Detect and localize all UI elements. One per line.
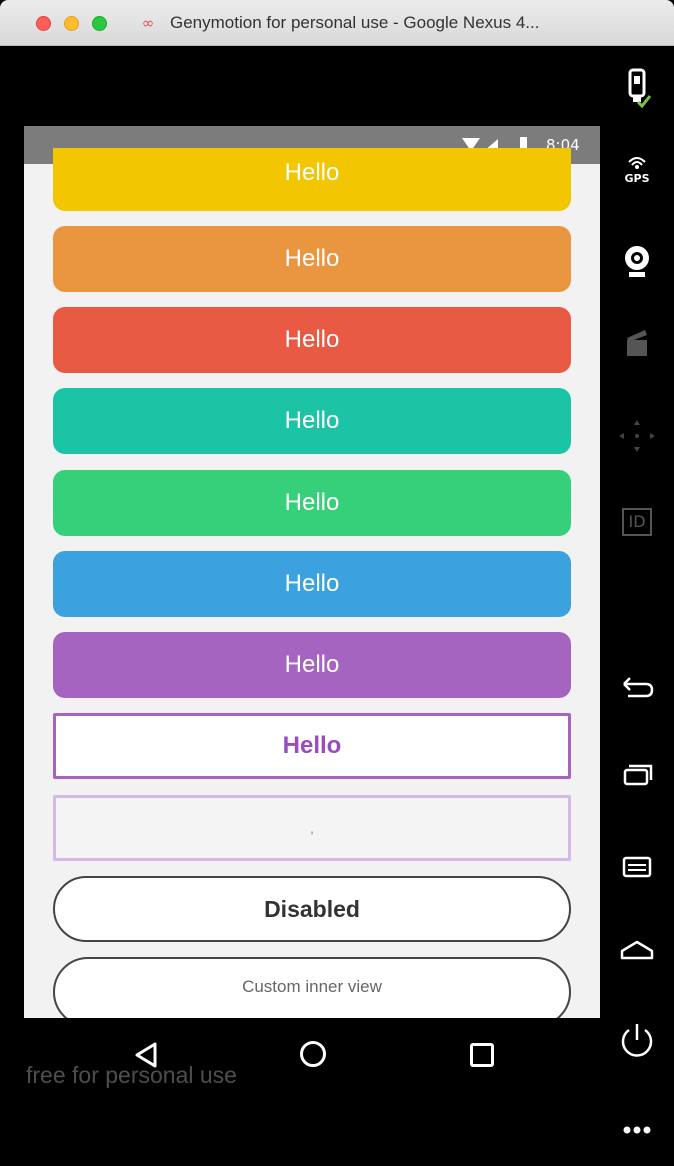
more-icon[interactable]	[600, 1120, 674, 1140]
hello-button-yellow[interactable]: Hello	[53, 148, 571, 211]
button-label: Hello	[284, 407, 340, 434]
hello-button-outlined[interactable]: Hello	[53, 713, 571, 779]
button-label: Custom inner view	[242, 977, 382, 996]
genymotion-logo-icon: ∞	[141, 14, 155, 32]
dpad-icon[interactable]	[600, 416, 674, 456]
menu-icon[interactable]	[600, 854, 674, 880]
hello-button-teal[interactable]: Hello	[53, 388, 571, 454]
hello-button-red[interactable]: Hello	[53, 307, 571, 373]
button-label: Hello	[284, 326, 340, 353]
back-icon[interactable]	[600, 674, 674, 704]
android-nav-bar: free for personal use	[0, 1018, 600, 1166]
nav-home-icon[interactable]	[300, 1041, 326, 1067]
hello-button-blue[interactable]: Hello	[53, 551, 571, 617]
hello-button-green[interactable]: Hello	[53, 470, 571, 536]
id-label: ID	[622, 508, 652, 536]
outlined-light-button[interactable]: ,	[53, 795, 571, 861]
device-top-frame	[0, 46, 674, 126]
button-label: Hello	[282, 732, 342, 759]
genymotion-sidebar: GPS ID	[600, 46, 674, 1166]
window-title: Genymotion for personal use - Google Nex…	[170, 13, 540, 32]
watermark-text: free for personal use	[26, 1062, 237, 1088]
gps-label: GPS	[624, 172, 650, 185]
button-label: Disabled	[264, 895, 360, 922]
custom-inner-view-button[interactable]: Custom inner view	[53, 957, 571, 1018]
button-label: Hello	[284, 651, 340, 678]
button-label: Hello	[284, 570, 340, 597]
recent-apps-icon[interactable]	[600, 760, 674, 790]
android-screen: 8:04 Hello Hello Hello Hello Hello Hello…	[24, 126, 600, 1018]
window-title-bar: ∞ Genymotion for personal use - Google N…	[0, 0, 674, 46]
button-label: Hello	[284, 245, 340, 272]
close-window-button[interactable]	[36, 16, 51, 31]
nav-recent-icon[interactable]	[470, 1043, 494, 1067]
battery-icon[interactable]	[600, 66, 674, 114]
power-icon[interactable]	[600, 1020, 674, 1060]
button-label: ,	[310, 820, 314, 836]
hello-button-orange[interactable]: Hello	[53, 226, 571, 292]
button-label: Hello	[284, 158, 340, 186]
button-label: Hello	[284, 489, 340, 516]
minimize-window-button[interactable]	[64, 16, 79, 31]
gps-icon[interactable]: GPS	[600, 154, 674, 185]
clapper-icon[interactable]	[600, 326, 674, 362]
hello-button-purple[interactable]: Hello	[53, 632, 571, 698]
webcam-icon[interactable]	[600, 242, 674, 282]
id-icon[interactable]: ID	[600, 508, 674, 536]
disabled-button: Disabled	[53, 876, 571, 942]
home-icon[interactable]	[600, 938, 674, 964]
maximize-window-button[interactable]	[92, 16, 107, 31]
